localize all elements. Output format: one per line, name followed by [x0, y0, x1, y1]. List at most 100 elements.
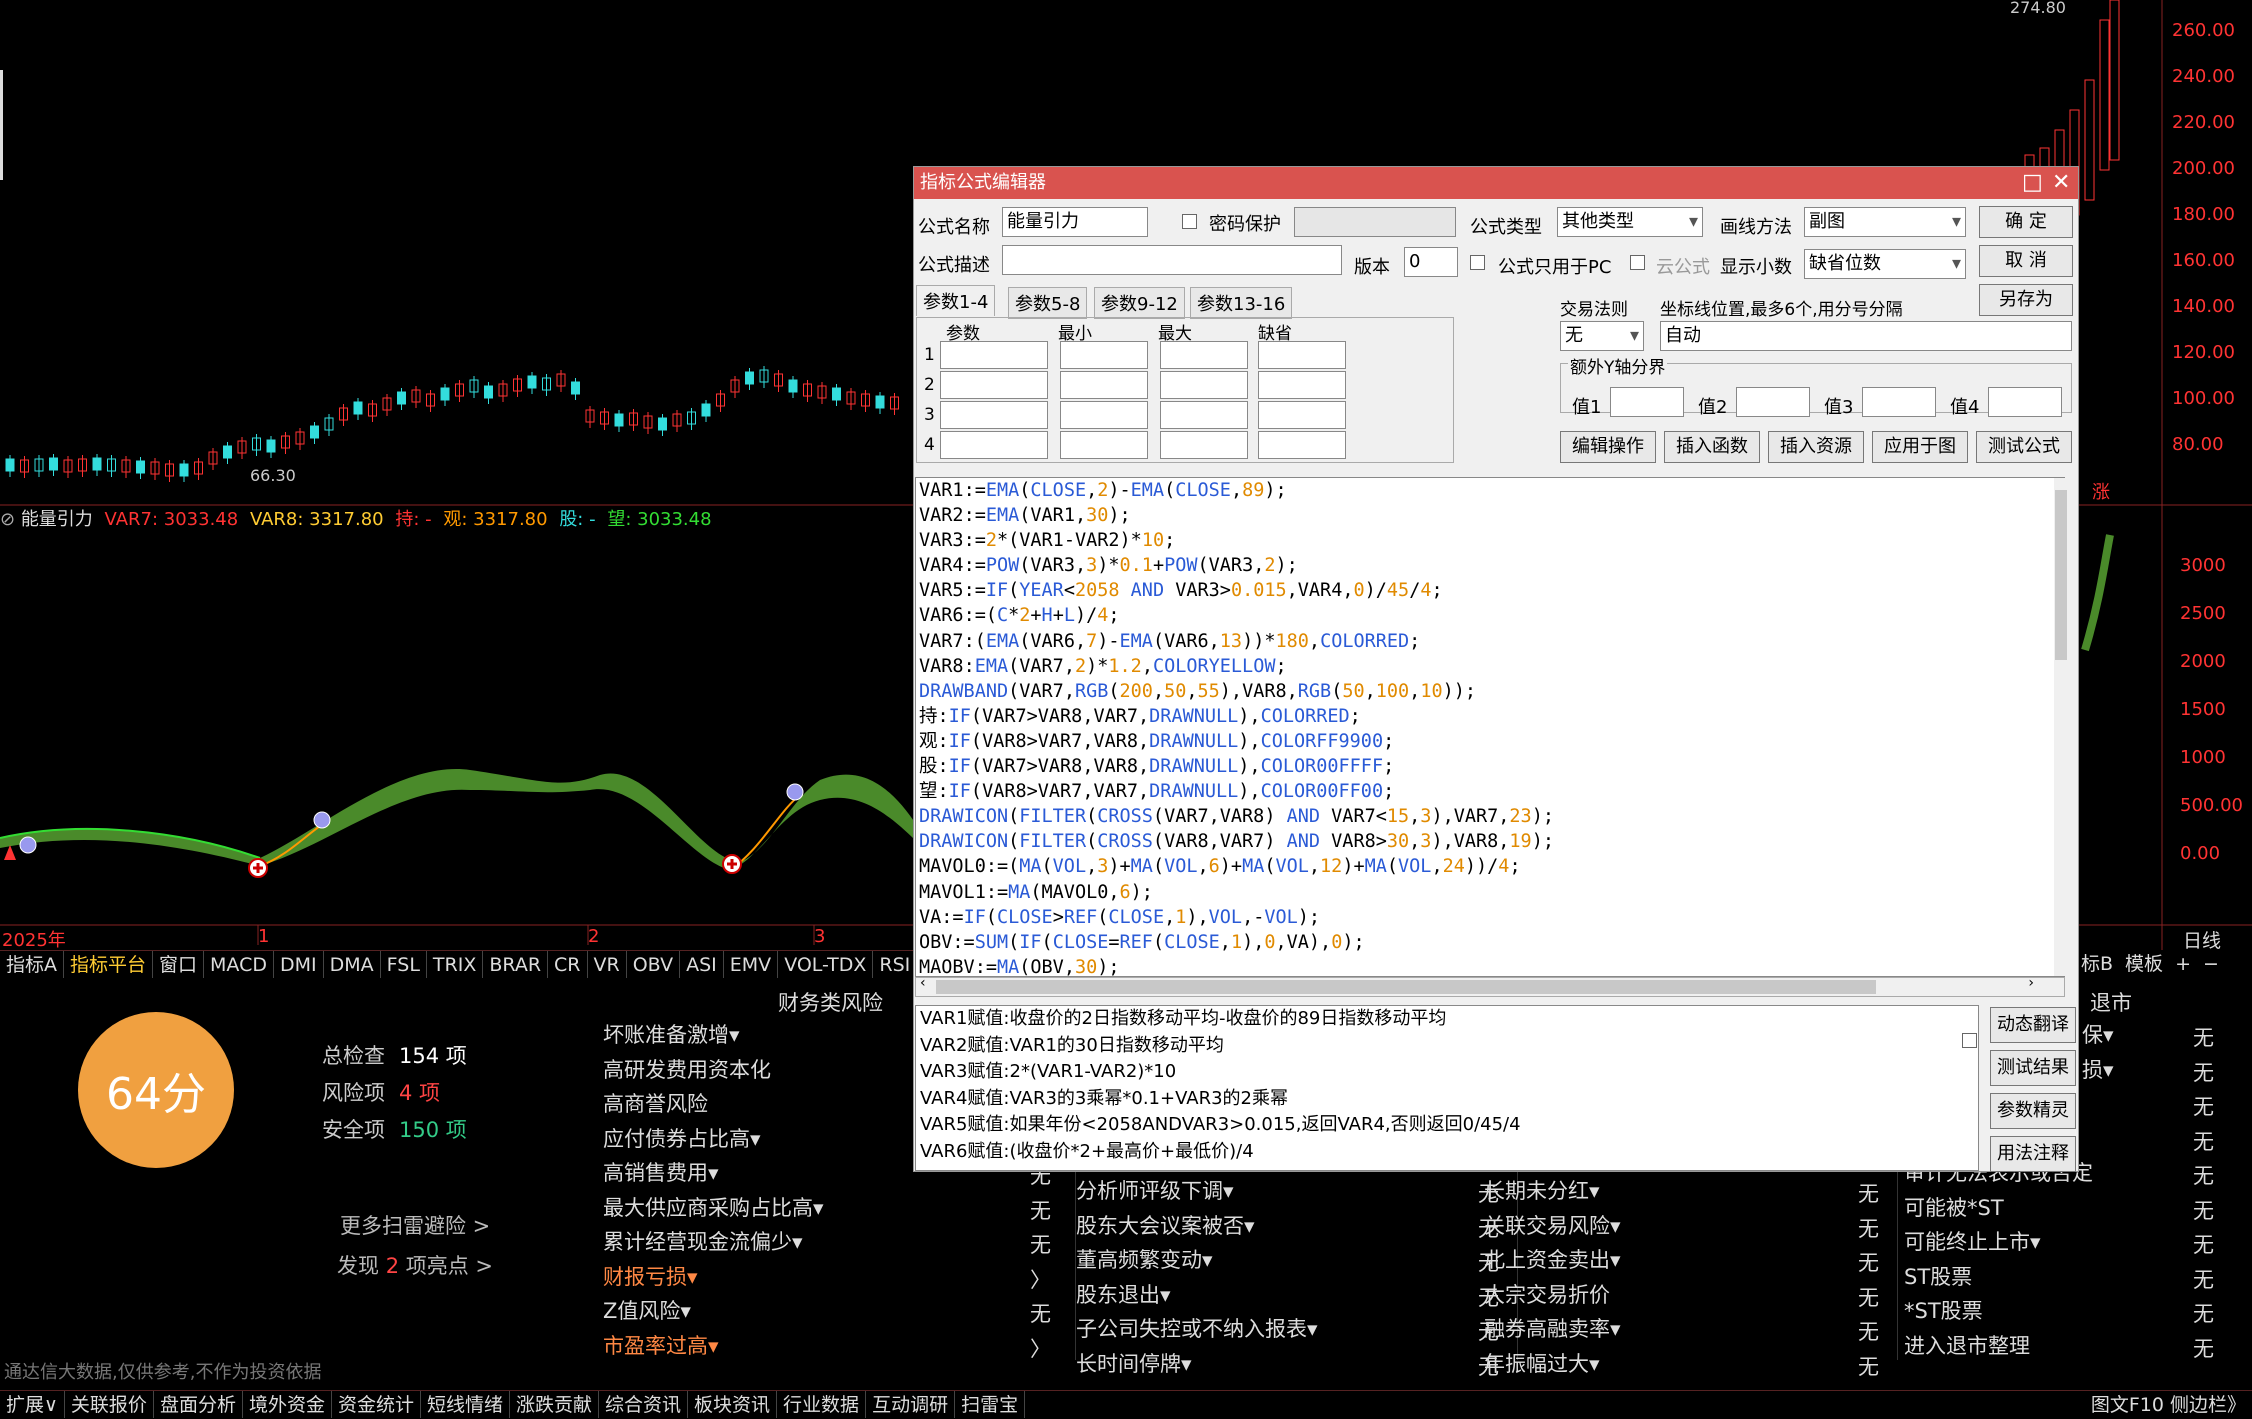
param-cell[interactable]	[1060, 371, 1148, 399]
yaxis-value-input[interactable]	[1736, 387, 1810, 417]
param-cell[interactable]	[1160, 371, 1248, 399]
risk-item[interactable]: 年振幅过大▾	[1484, 1347, 1600, 1382]
decimal-select[interactable]: 缺省位数 ▾	[1804, 249, 1966, 279]
bottom-tab[interactable]: 扩展∨	[0, 1391, 65, 1418]
bottom-tab[interactable]: 扫雷宝	[955, 1391, 1026, 1418]
trade-rule-select[interactable]: 无 ▾	[1560, 321, 1644, 351]
toolbar-item[interactable]: RSI	[873, 951, 918, 978]
yaxis-value-input[interactable]	[1862, 387, 1936, 417]
bottom-tab[interactable]: 涨跌贡献	[510, 1391, 600, 1418]
risk-item[interactable]: 股东大会议案被否▾	[1076, 1209, 1255, 1244]
pc-only-checkbox[interactable]	[1470, 255, 1485, 270]
toolbar-item[interactable]: ASI	[680, 951, 724, 978]
formula-name-input[interactable]: 能量引力	[1002, 207, 1148, 237]
bottom-tab[interactable]: 盘面分析	[154, 1391, 243, 1418]
risk-item[interactable]: 累计经营现金流偏少▾	[603, 1225, 803, 1260]
risk-item[interactable]: 应付债券占比高▾	[603, 1122, 761, 1157]
risk-item[interactable]: 进入退市整理	[1904, 1329, 2030, 1364]
risk-item[interactable]: 大宗交易折价	[1484, 1278, 1610, 1313]
risk-item[interactable]: 高销售费用▾	[603, 1156, 719, 1191]
toolbar-item[interactable]: CR	[548, 951, 588, 978]
toolbar-item[interactable]: OBV	[627, 951, 681, 978]
param-cell[interactable]	[1160, 401, 1248, 429]
side-button[interactable]: 用法注释	[1990, 1136, 2076, 1172]
cloud-checkbox[interactable]	[1630, 255, 1645, 270]
maximize-icon[interactable]: □	[2022, 167, 2043, 199]
param-cell[interactable]	[1160, 341, 1248, 369]
param-cell[interactable]	[940, 371, 1048, 399]
side-button[interactable]: 参数精灵	[1990, 1093, 2076, 1129]
risk-item[interactable]: 子公司失控或不纳入报表▾	[1076, 1312, 1318, 1347]
param-cell[interactable]	[1258, 371, 1346, 399]
risk-item[interactable]: 高研发费用资本化	[603, 1053, 771, 1088]
risk-item[interactable]: 财报亏损▾	[603, 1260, 698, 1295]
risk-item[interactable]: 融券高融卖率▾	[1484, 1312, 1621, 1347]
toolbar-item[interactable]: VOL-TDX	[778, 951, 874, 978]
toolbar-item[interactable]: EMV	[724, 951, 779, 978]
side-button[interactable]: 测试结果	[1990, 1050, 2076, 1086]
param-cell[interactable]	[1258, 401, 1346, 429]
toolbar-item[interactable]: 指标平台	[64, 951, 154, 978]
param-cell[interactable]	[1258, 341, 1346, 369]
tab-params-9-12[interactable]: 参数9-12	[1094, 287, 1185, 319]
risk-item[interactable]: Z值风险▾	[603, 1294, 691, 1329]
action-button[interactable]: 编辑操作	[1560, 431, 1656, 463]
param-cell[interactable]	[940, 401, 1048, 429]
action-button[interactable]: 测试公式	[1976, 431, 2072, 463]
risk-item[interactable]: 最大供应商采购占比高▾	[603, 1191, 824, 1226]
tab-params-1-4[interactable]: 参数1-4	[916, 285, 996, 316]
password-checkbox[interactable]	[1182, 214, 1197, 229]
action-button[interactable]: 插入资源	[1768, 431, 1864, 463]
toolbar-right-item[interactable]: +	[2169, 950, 2197, 978]
toolbar-item[interactable]: DMI	[274, 951, 324, 978]
translation-checkbox[interactable]	[1962, 1033, 1977, 1048]
toolbar-right-item[interactable]: −	[2197, 950, 2225, 978]
risk-item[interactable]: 关联交易风险▾	[1484, 1209, 1621, 1244]
risk-item[interactable]: 保▾	[2082, 1018, 2114, 1053]
close-icon[interactable]: ✕	[2052, 167, 2070, 199]
formula-type-select[interactable]: 其他类型 ▾	[1557, 207, 1703, 237]
param-cell[interactable]	[1060, 431, 1148, 459]
draw-method-select[interactable]: 副图 ▾	[1804, 207, 1966, 237]
toolbar-item[interactable]: MACD	[204, 951, 274, 978]
param-cell[interactable]	[1258, 431, 1346, 459]
version-input[interactable]: 0	[1404, 247, 1458, 277]
highlights-link[interactable]: 发现 2 项亮点 >	[337, 1250, 493, 1280]
toolbar-item[interactable]: FSL	[381, 951, 427, 978]
bottom-tab[interactable]: 综合资讯	[599, 1391, 689, 1418]
bottom-tab[interactable]: 短线情绪	[421, 1391, 510, 1418]
toolbar-right-item[interactable]: 模板	[2119, 950, 2169, 978]
param-cell[interactable]	[1060, 341, 1148, 369]
risk-item[interactable]: 市盈率过高▾	[603, 1329, 719, 1364]
risk-item[interactable]: 损▾	[2082, 1053, 2114, 1088]
coord-input[interactable]: 自动	[1660, 321, 2072, 351]
code-hscrollbar[interactable]: ‹ ›	[915, 975, 2065, 997]
risk-item[interactable]: 股东退出▾	[1076, 1278, 1171, 1313]
risk-item[interactable]: 董高频繁变动▾	[1076, 1243, 1213, 1278]
side-button[interactable]: 动态翻译	[1990, 1007, 2076, 1043]
toolbar-item[interactable]: 窗口	[153, 951, 205, 978]
toolbar-right-item[interactable]: 标B	[2075, 950, 2119, 978]
bottom-tab[interactable]: 资金统计	[332, 1391, 421, 1418]
param-cell[interactable]	[940, 341, 1048, 369]
action-button[interactable]: 应用于图	[1872, 431, 1968, 463]
toolbar-item[interactable]: 指标A	[0, 951, 64, 978]
toolbar-item[interactable]: DMA	[324, 951, 381, 978]
action-button[interactable]: 插入函数	[1664, 431, 1760, 463]
tab-params-13-16[interactable]: 参数13-16	[1190, 287, 1293, 319]
more-scan-link[interactable]: 更多扫雷避险 >	[340, 1210, 490, 1240]
risk-item[interactable]: 长时间停牌▾	[1076, 1347, 1192, 1382]
toolbar-item[interactable]: BRAR	[483, 951, 549, 978]
risk-item[interactable]: 长期未分红▾	[1484, 1174, 1600, 1209]
formula-desc-input[interactable]	[1002, 245, 1342, 275]
risk-item[interactable]: ST股票	[1904, 1260, 1972, 1295]
yaxis-value-input[interactable]	[1610, 387, 1684, 417]
code-vscrollbar[interactable]	[2054, 478, 2068, 976]
risk-item[interactable]: 坏账准备激增▾	[603, 1018, 740, 1053]
save-as-button[interactable]: 另存为	[1979, 284, 2073, 316]
tab-params-5-8[interactable]: 参数5-8	[1008, 287, 1088, 319]
risk-item[interactable]: 可能终止上市▾	[1904, 1225, 2041, 1260]
ok-button[interactable]: 确 定	[1979, 206, 2073, 238]
period-label[interactable]: 日线	[2183, 926, 2221, 953]
risk-item[interactable]: 高商誉风险	[603, 1087, 708, 1122]
